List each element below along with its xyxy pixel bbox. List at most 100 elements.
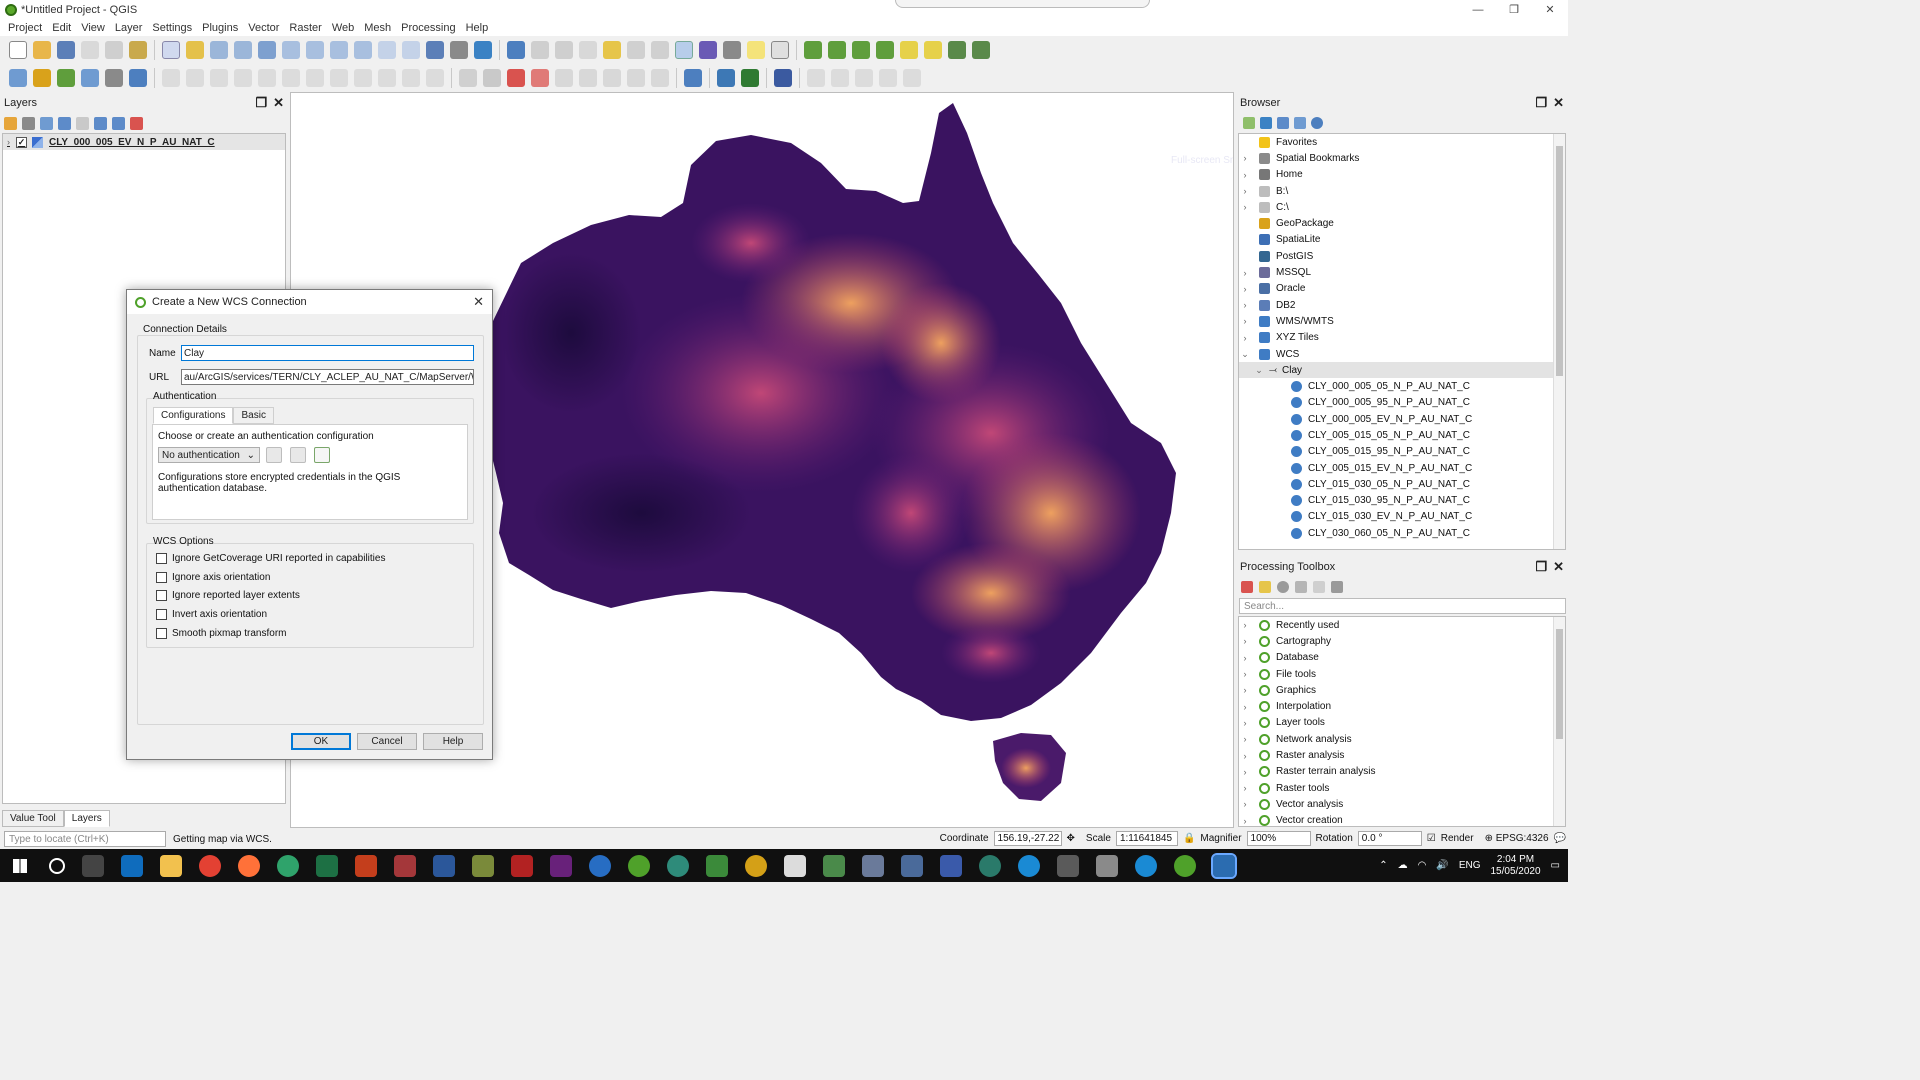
remote-desktop-icon[interactable] bbox=[900, 854, 923, 877]
notifications-icon[interactable]: ▭ bbox=[1551, 860, 1560, 871]
close-panel-icon[interactable]: ✕ bbox=[1553, 95, 1564, 111]
coverage-item[interactable]: CLY_005_015_EV_N_P_AU_NAT_C bbox=[1239, 460, 1565, 476]
layer-styling-icon[interactable] bbox=[4, 116, 17, 130]
coverage-item[interactable]: CLY_015_030_EV_N_P_AU_NAT_C bbox=[1239, 509, 1565, 525]
expand-arrow-icon[interactable]: › bbox=[1239, 636, 1251, 646]
menu-plugins[interactable]: Plugins bbox=[197, 22, 243, 34]
add-raster-icon[interactable] bbox=[81, 69, 99, 87]
server-icon[interactable] bbox=[939, 854, 962, 877]
filter-expression-icon[interactable] bbox=[76, 116, 89, 130]
tab-configurations[interactable]: Configurations bbox=[153, 407, 234, 424]
expand-arrow-icon[interactable]: › bbox=[1239, 153, 1251, 163]
maximize-button[interactable]: ❐ bbox=[1496, 0, 1532, 19]
processing-category[interactable]: › Recently used bbox=[1239, 617, 1565, 633]
expand-all-icon[interactable] bbox=[94, 116, 107, 130]
coverage-item[interactable]: CLY_015_030_05_N_P_AU_NAT_C bbox=[1239, 476, 1565, 492]
zoom-selection-icon[interactable] bbox=[282, 41, 300, 59]
save-edits-icon[interactable] bbox=[210, 69, 228, 87]
qgis-icon[interactable] bbox=[627, 854, 650, 877]
option-smooth-pixmap[interactable]: Smooth pixmap transform bbox=[156, 628, 287, 639]
expand-arrow-icon[interactable]: › bbox=[1239, 702, 1251, 712]
menu-raster[interactable]: Raster bbox=[284, 22, 326, 34]
expand-arrow-icon[interactable]: › bbox=[1239, 767, 1251, 777]
expand-arrow-icon[interactable]: › bbox=[1239, 202, 1251, 212]
filter-icon[interactable] bbox=[1277, 117, 1289, 129]
expand-arrow-icon[interactable]: › bbox=[1239, 783, 1251, 793]
add-auth-icon[interactable] bbox=[314, 447, 330, 463]
add-ring-icon[interactable] bbox=[807, 69, 825, 87]
coverage-item[interactable]: CLY_005_015_05_N_P_AU_NAT_C bbox=[1239, 427, 1565, 443]
vertex-tool-icon[interactable] bbox=[258, 69, 276, 87]
layer-labeling-icon[interactable] bbox=[483, 69, 501, 87]
offset-curve-icon[interactable] bbox=[903, 69, 921, 87]
new-project-icon[interactable] bbox=[9, 41, 27, 59]
collapse-all-icon[interactable] bbox=[1294, 117, 1306, 129]
browser-item[interactable]: › MSSQL bbox=[1239, 264, 1565, 280]
processing-category[interactable]: › Raster analysis bbox=[1239, 747, 1565, 763]
checkbox[interactable] bbox=[156, 553, 167, 564]
float-panel-icon[interactable]: ❐ bbox=[1535, 559, 1547, 575]
new-bookmark-icon[interactable] bbox=[426, 41, 444, 59]
select-value-icon[interactable] bbox=[579, 41, 597, 59]
field-calculator-icon[interactable] bbox=[651, 41, 669, 59]
menu-mesh[interactable]: Mesh bbox=[359, 22, 396, 34]
edit-pencil-icon[interactable] bbox=[162, 69, 180, 87]
option-ignore-axis[interactable]: Ignore axis orientation bbox=[156, 572, 270, 583]
edit-features-inplace-icon[interactable] bbox=[1313, 581, 1325, 593]
zoom-layer-icon[interactable] bbox=[306, 41, 324, 59]
coverage-item[interactable]: CLY_000_005_05_N_P_AU_NAT_C bbox=[1239, 378, 1565, 394]
open-project-icon[interactable] bbox=[33, 41, 51, 59]
refresh-icon[interactable] bbox=[474, 41, 492, 59]
processing-category[interactable]: › Vector analysis bbox=[1239, 796, 1565, 812]
scale-field[interactable]: 1:11641845 bbox=[1115, 831, 1178, 846]
tool-icon[interactable] bbox=[1056, 854, 1079, 877]
outlook-icon[interactable] bbox=[120, 854, 143, 877]
browser-item[interactable]: GeoPackage bbox=[1239, 215, 1565, 231]
expand-arrow-icon[interactable]: › bbox=[1239, 751, 1251, 761]
browser-item[interactable]: › DB2 bbox=[1239, 297, 1565, 313]
expand-arrow-icon[interactable]: › bbox=[1239, 170, 1251, 180]
plugin-chart2-icon[interactable] bbox=[828, 41, 846, 59]
expand-arrow-icon[interactable]: ⌄ bbox=[1253, 365, 1265, 376]
zoom-next-icon[interactable] bbox=[378, 41, 396, 59]
processing-search-input[interactable]: Search... bbox=[1239, 598, 1566, 614]
file-explorer-icon[interactable] bbox=[159, 854, 182, 877]
filezilla-icon[interactable] bbox=[510, 854, 533, 877]
option-ignore-extents[interactable]: Ignore reported layer extents bbox=[156, 590, 300, 601]
save-project-icon[interactable] bbox=[57, 41, 75, 59]
add-selected-icon[interactable] bbox=[1243, 117, 1255, 129]
browser-item[interactable]: › WMS/WMTS bbox=[1239, 313, 1565, 329]
checkbox[interactable] bbox=[156, 628, 167, 639]
coordinate-field[interactable]: 156.19,-27.22 bbox=[993, 831, 1062, 846]
change-label-icon[interactable] bbox=[651, 69, 669, 87]
measure-icon[interactable] bbox=[723, 41, 741, 59]
zoom-in-icon[interactable] bbox=[210, 41, 228, 59]
coverage-item[interactable]: CLY_000_005_EV_N_P_AU_NAT_C bbox=[1239, 411, 1565, 427]
expand-arrow-icon[interactable]: › bbox=[1239, 186, 1251, 196]
attribute-table-icon[interactable] bbox=[627, 41, 645, 59]
checkbox[interactable] bbox=[156, 609, 167, 620]
manage-themes-icon[interactable] bbox=[40, 116, 53, 130]
models-icon[interactable] bbox=[1241, 581, 1253, 593]
volume-icon[interactable]: 🔊 bbox=[1436, 860, 1448, 871]
plugin-star2-icon[interactable] bbox=[924, 41, 942, 59]
expand-arrow-icon[interactable]: › bbox=[1239, 669, 1251, 679]
help-button[interactable]: Help bbox=[423, 733, 483, 750]
browser-item[interactable]: ⌄ WCS bbox=[1239, 346, 1565, 362]
fill-ring-icon[interactable] bbox=[855, 69, 873, 87]
expand-arrow-icon[interactable]: › bbox=[1239, 333, 1251, 343]
expand-arrow-icon[interactable]: › bbox=[7, 137, 10, 147]
undo-icon[interactable] bbox=[402, 69, 420, 87]
coverage-item[interactable]: CLY_015_030_95_N_P_AU_NAT_C bbox=[1239, 493, 1565, 509]
search-icon[interactable] bbox=[48, 857, 65, 874]
float-panel-icon[interactable]: ❐ bbox=[1535, 95, 1547, 111]
processing-category[interactable]: › Graphics bbox=[1239, 682, 1565, 698]
info-icon[interactable] bbox=[1311, 117, 1323, 129]
plugin-globe-icon[interactable] bbox=[948, 41, 966, 59]
digitize-icon[interactable] bbox=[234, 69, 252, 87]
auth-config-select[interactable]: No authentication ⌄ bbox=[158, 447, 260, 463]
add-group-icon[interactable] bbox=[22, 116, 35, 130]
history-icon[interactable] bbox=[1277, 581, 1289, 593]
coverage-item[interactable]: CLY_030_060_05_N_P_AU_NAT_C bbox=[1239, 525, 1565, 541]
browser-item[interactable]: PostGIS bbox=[1239, 248, 1565, 264]
